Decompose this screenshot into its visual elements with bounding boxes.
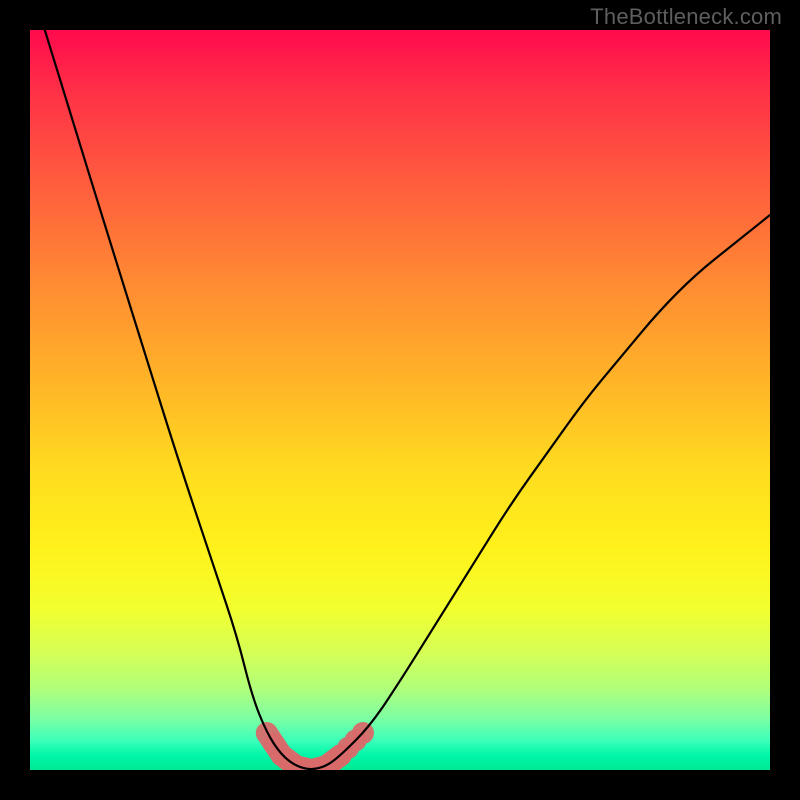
- plot-area: [30, 30, 770, 770]
- plot-svg: [30, 30, 770, 770]
- chart-frame: TheBottleneck.com: [0, 0, 800, 800]
- bottleneck-curve: [45, 30, 770, 769]
- curve-highlight-beads: [263, 722, 374, 770]
- watermark-text: TheBottleneck.com: [590, 4, 782, 30]
